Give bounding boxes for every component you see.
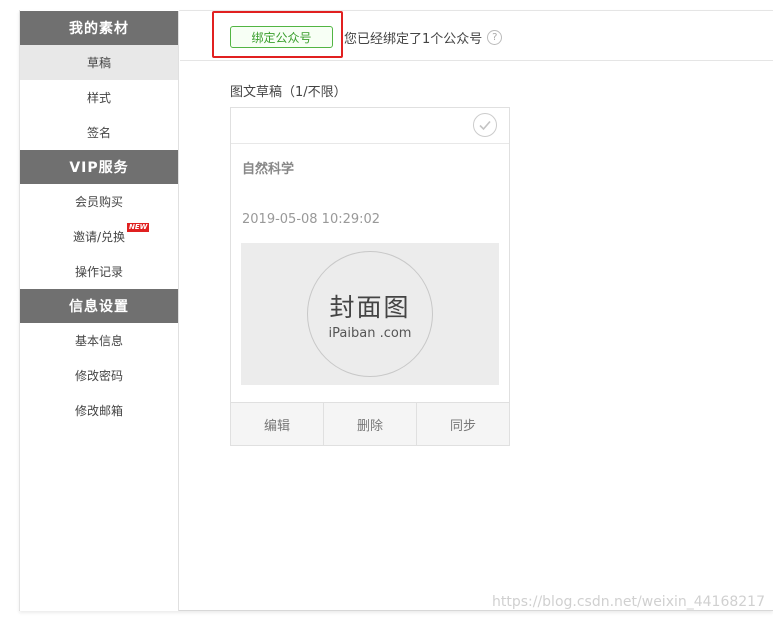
sidebar-group-settings: 信息设置 xyxy=(20,289,178,323)
sidebar-item-drafts[interactable]: 草稿 xyxy=(20,45,178,80)
cover-placeholder-logo: 封面图 iPaiban .com xyxy=(307,251,433,377)
bind-status-text: 您已经绑定了1个公众号 xyxy=(344,32,483,47)
sidebar-item-label: 基本信息 xyxy=(74,334,123,348)
delete-button[interactable]: 删除 xyxy=(324,403,417,445)
bind-bar: 绑定公众号 您已经绑定了1个公众号 ? xyxy=(180,11,773,61)
sidebar-item-label: 修改密码 xyxy=(74,369,123,383)
sidebar-item-label: 修改邮箱 xyxy=(74,404,123,418)
sidebar-item-label: 会员购买 xyxy=(74,195,123,209)
sidebar-item-styles[interactable]: 样式 xyxy=(20,80,178,115)
sync-button[interactable]: 同步 xyxy=(417,403,509,445)
sidebar-item-label: 操作记录 xyxy=(74,265,123,279)
main-content: 绑定公众号 您已经绑定了1个公众号 ? 图文草稿（1/不限） 自然科学 2019… xyxy=(180,11,773,611)
sidebar-item-change-password[interactable]: 修改密码 xyxy=(20,358,178,393)
drafts-section-title: 图文草稿（1/不限） xyxy=(230,85,347,100)
new-badge: NEW xyxy=(127,223,150,232)
sidebar-item-membership[interactable]: 会员购买 xyxy=(20,184,178,219)
sidebar-item-history[interactable]: 操作记录 xyxy=(20,254,178,289)
sidebar-group-vip: VIP服务 xyxy=(20,150,178,184)
sidebar-item-change-email[interactable]: 修改邮箱 xyxy=(20,393,178,428)
card-title: 自然科学 xyxy=(242,162,295,177)
sidebar: 我的素材 草稿 样式 签名 VIP服务 会员购买 邀请/兑换 NEW 操作记录 … xyxy=(20,11,179,611)
cover-main-text: 封面图 xyxy=(329,292,411,322)
draft-card[interactable]: 自然科学 2019-05-08 10:29:02 封面图 iPaiban .co… xyxy=(230,107,510,446)
sidebar-item-label: 样式 xyxy=(86,91,111,105)
cover-image: 封面图 iPaiban .com xyxy=(241,243,499,385)
cover-sub-text: iPaiban .com xyxy=(328,325,412,341)
watermark: https://blog.csdn.net/weixin_44168217 xyxy=(491,594,765,610)
bind-account-button[interactable]: 绑定公众号 xyxy=(230,26,333,48)
card-header xyxy=(231,108,509,144)
sidebar-item-label: 签名 xyxy=(86,126,111,140)
sidebar-item-basic-info[interactable]: 基本信息 xyxy=(20,323,178,358)
check-icon[interactable] xyxy=(473,113,497,137)
sidebar-item-label: 邀请/兑换 xyxy=(72,230,126,244)
card-actions: 编辑 删除 同步 xyxy=(231,402,509,445)
edit-button[interactable]: 编辑 xyxy=(231,403,324,445)
sidebar-item-label: 草稿 xyxy=(86,56,111,70)
sidebar-group-materials: 我的素材 xyxy=(20,11,178,45)
help-icon[interactable]: ? xyxy=(487,30,503,45)
sidebar-item-invite[interactable]: 邀请/兑换 NEW xyxy=(20,219,178,254)
sidebar-item-signature[interactable]: 签名 xyxy=(20,115,178,150)
card-timestamp: 2019-05-08 10:29:02 xyxy=(242,212,381,227)
bind-status: 您已经绑定了1个公众号 ? xyxy=(344,28,503,47)
